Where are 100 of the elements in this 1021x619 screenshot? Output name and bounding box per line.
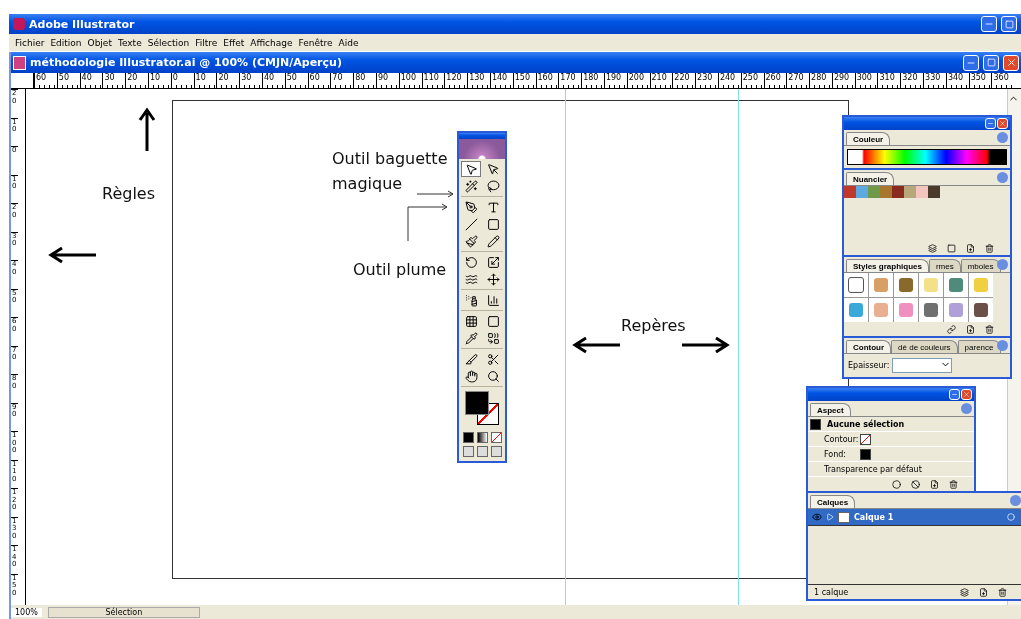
layer-thumbnail	[838, 511, 850, 523]
layers-icon	[928, 243, 937, 253]
graphic-style-thumbnail[interactable]	[894, 298, 918, 322]
close-button[interactable]	[961, 389, 972, 400]
stroke-swatch	[860, 433, 871, 445]
close-icon	[963, 391, 970, 398]
target-circle-icon	[1007, 513, 1015, 521]
panel-menu-button[interactable]	[997, 132, 1008, 143]
color-swatch[interactable]	[868, 186, 880, 198]
panel-menu-button[interactable]	[961, 403, 972, 414]
hand-icon	[464, 369, 478, 383]
color-mode-button[interactable]	[462, 432, 474, 443]
menu-item[interactable]: Filtre	[192, 37, 221, 48]
new-item-icon	[979, 587, 988, 597]
color-swatch[interactable]	[856, 186, 868, 198]
panel-tab[interactable]: dé de couleurs	[891, 340, 958, 353]
panel-tab[interactable]: Styles graphiques	[846, 259, 929, 272]
zoom-icon	[486, 369, 500, 383]
scissors-icon	[486, 352, 500, 366]
ruler-label: 260	[763, 73, 787, 88]
panel-menu-button[interactable]	[997, 172, 1008, 183]
gradient-mode-button[interactable]	[476, 432, 488, 443]
menu-item[interactable]: Fenêtre	[295, 37, 336, 48]
maximize-button[interactable]	[983, 54, 999, 71]
restore-button[interactable]	[1001, 16, 1017, 32]
color-swatch[interactable]	[928, 186, 940, 198]
panel-menu-button[interactable]	[1010, 495, 1021, 506]
menu-item[interactable]: Aide	[335, 37, 362, 48]
minimize-button[interactable]	[985, 118, 996, 129]
expand-triangle-icon	[826, 513, 834, 521]
trash-icon	[949, 479, 958, 489]
panel-menu-button[interactable]	[997, 340, 1008, 351]
color-swatch[interactable]	[880, 186, 892, 198]
rotate-icon	[464, 255, 478, 269]
screen-mode-button[interactable]	[476, 446, 488, 457]
close-button[interactable]	[997, 118, 1008, 129]
minimize-button[interactable]	[981, 16, 997, 32]
tool-dropdown[interactable]: Sélection	[47, 606, 200, 618]
knife-icon	[464, 352, 478, 366]
combine-icon	[486, 331, 500, 345]
minimize-button[interactable]	[949, 389, 960, 400]
panel-tab[interactable]: Nuancier	[846, 172, 895, 185]
color-swatch[interactable]	[844, 186, 856, 198]
panel-tab[interactable]: Couleur	[846, 132, 891, 145]
clear-icon	[911, 479, 920, 489]
tool-button[interactable]	[461, 161, 481, 177]
graphic-style-thumbnail[interactable]	[944, 273, 968, 297]
ruler-label: 230	[695, 73, 718, 88]
magic-wand-icon	[464, 179, 478, 193]
annotation-text: Repères	[621, 316, 686, 335]
restore-icon	[1004, 19, 1014, 29]
graphic-style-thumbnail[interactable]	[969, 273, 993, 297]
menu-item[interactable]: Objet	[84, 37, 115, 48]
none-mode-button[interactable]	[490, 432, 502, 443]
layer-row[interactable]: Calque 1	[808, 509, 1021, 526]
ruler-label: 30	[239, 73, 262, 88]
screen-mode-button[interactable]	[490, 446, 502, 457]
color-swatch[interactable]	[904, 186, 916, 198]
graphic-style-thumbnail[interactable]	[969, 298, 993, 322]
menu-item[interactable]: Sélection	[144, 37, 193, 48]
panel-tab[interactable]: parence	[957, 340, 1001, 353]
menu-item[interactable]: Fichier	[12, 37, 48, 48]
panel-tab[interactable]: Contour	[846, 340, 892, 353]
ruler-label: 310	[877, 73, 901, 88]
fill-swatch	[810, 418, 821, 430]
ruler-label: 40	[79, 73, 103, 88]
graphic-style-thumbnail[interactable]	[869, 273, 893, 297]
color-swatch[interactable]	[916, 186, 928, 198]
panel-tab[interactable]: mboles	[960, 259, 1001, 272]
graphic-style-thumbnail[interactable]	[844, 298, 868, 322]
circle-icon	[892, 479, 901, 489]
graphic-style-thumbnail[interactable]	[869, 298, 893, 322]
minimize-icon	[987, 120, 994, 127]
menu-item[interactable]: Affichage	[247, 37, 296, 48]
panel-tab[interactable]: rmes	[928, 259, 961, 272]
weight-field[interactable]	[892, 358, 953, 373]
document-icon	[13, 55, 26, 70]
type-icon	[486, 200, 500, 214]
trash-icon	[985, 243, 994, 253]
layer-name: Calque 1	[854, 512, 895, 522]
annotation-text: Outil plume	[353, 260, 447, 279]
line-icon	[464, 217, 478, 231]
color-swatch[interactable]	[892, 186, 904, 198]
graphic-style-thumbnail[interactable]	[919, 273, 943, 297]
menu-item[interactable]: Texte	[114, 37, 145, 48]
panel-menu-button[interactable]	[997, 259, 1008, 270]
ruler-label: 250	[740, 73, 764, 88]
ruler-label: 20	[216, 73, 240, 88]
menu-item[interactable]: Edition	[47, 37, 85, 48]
menu-item[interactable]: Effet	[220, 37, 248, 48]
panel-tab[interactable]: Calques	[810, 495, 856, 508]
graphic-style-thumbnail[interactable]	[919, 298, 943, 322]
ruler-label: 10	[148, 73, 171, 88]
panel-tab[interactable]: Aspect	[810, 403, 851, 416]
screen-mode-button[interactable]	[462, 446, 474, 457]
graphic-style-thumbnail[interactable]	[894, 273, 918, 297]
graphic-style-thumbnail[interactable]	[944, 298, 968, 322]
ruler-label: 200	[626, 73, 650, 88]
close-button[interactable]	[1003, 54, 1019, 71]
minimize-button[interactable]	[963, 54, 979, 71]
